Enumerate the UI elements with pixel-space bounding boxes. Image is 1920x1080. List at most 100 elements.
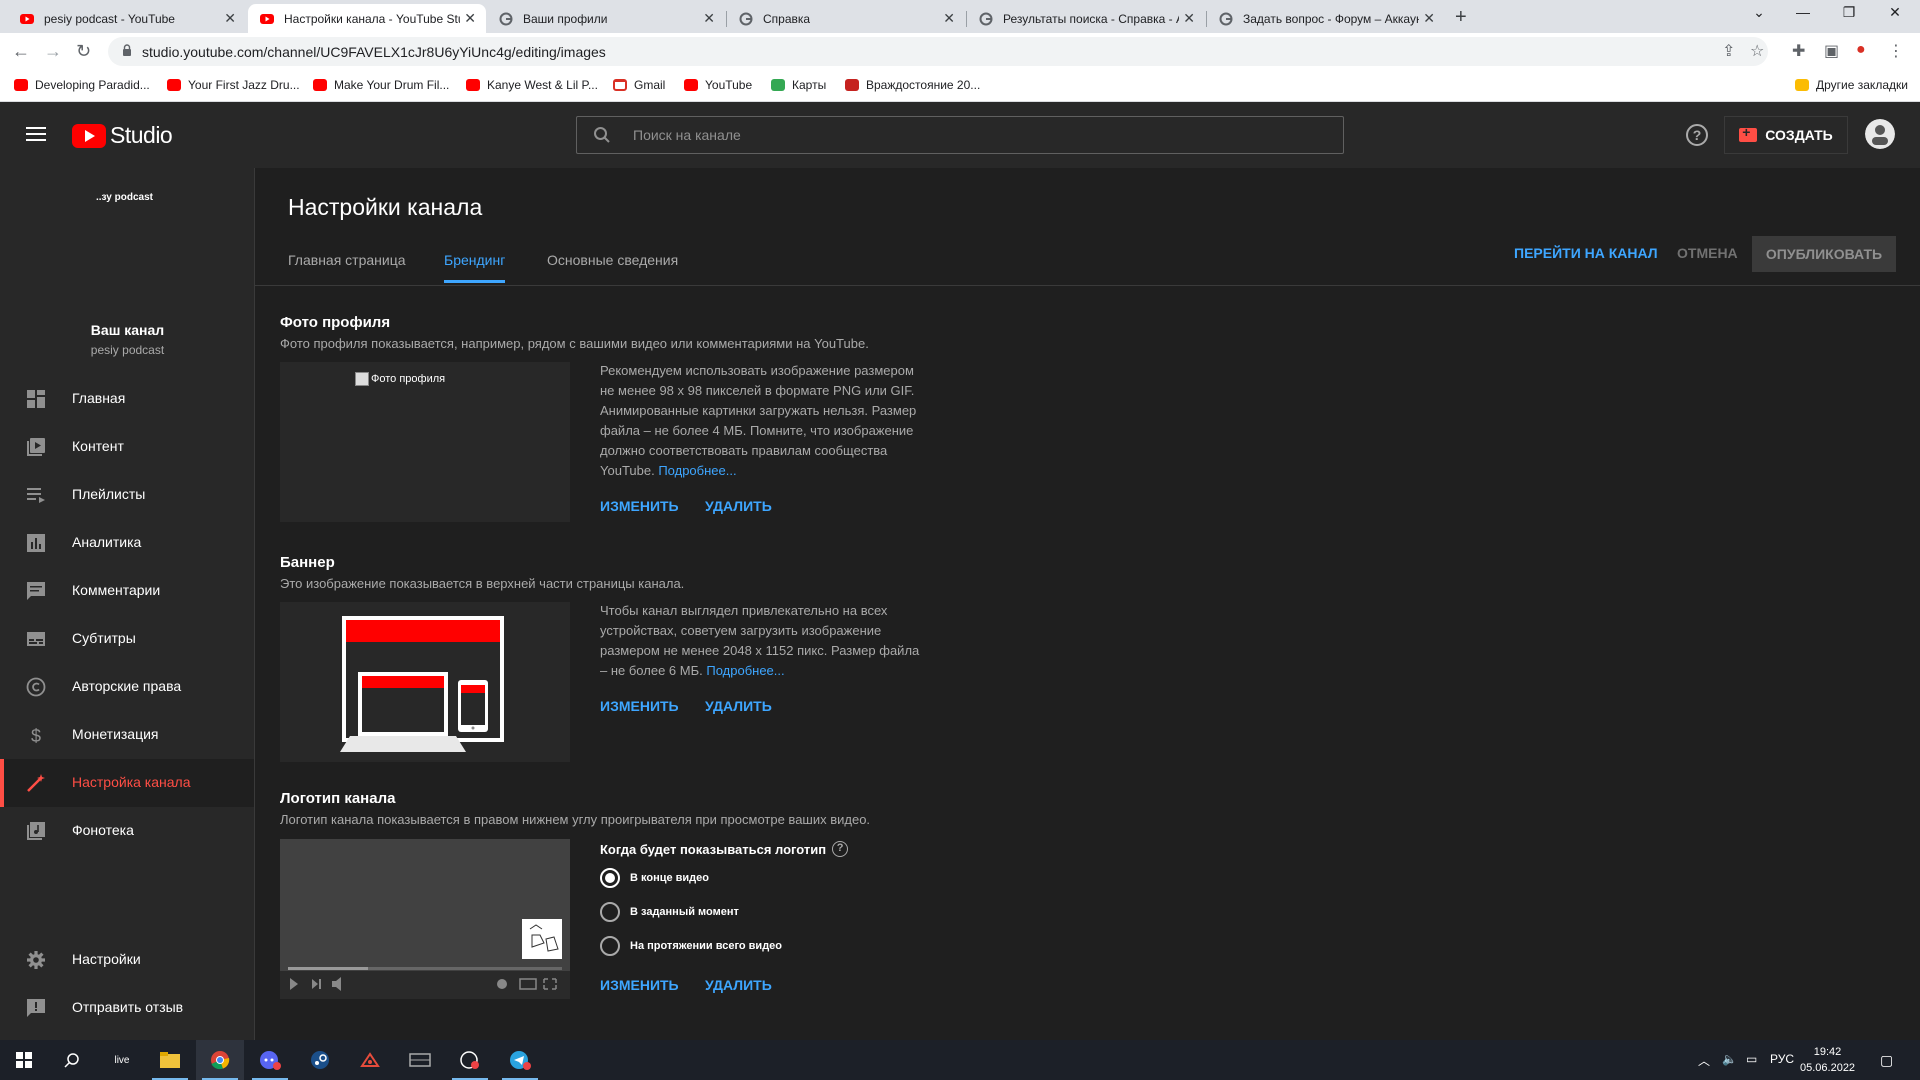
taskbar-app-editor[interactable] <box>396 1040 444 1080</box>
minimize-icon[interactable]: — <box>1780 4 1826 20</box>
tab-home[interactable]: Главная страница <box>288 252 406 280</box>
browser-tab[interactable]: Задать вопрос - Форум – Аккаунт Google ✕ <box>1207 4 1445 33</box>
sidebar-item-settings[interactable]: Настройки <box>0 936 254 984</box>
browser-tab[interactable]: Результаты поиска - Справка - Аккаунт ✕ <box>967 4 1205 33</box>
network-icon[interactable]: ▭ <box>1746 1052 1757 1066</box>
taskbar-telegram[interactable] <box>496 1040 544 1080</box>
window-close-icon[interactable]: ✕ <box>1872 4 1918 21</box>
extensions-puzzle-icon[interactable]: ✚ <box>1792 41 1805 61</box>
search-input[interactable] <box>633 124 1313 146</box>
radio-end-of-video[interactable]: В конце видео <box>600 868 709 888</box>
taskbar-search-icon[interactable] <box>48 1040 96 1080</box>
logo-change-button[interactable]: ИЗМЕНИТЬ <box>600 977 679 993</box>
sidebar-item-copyright[interactable]: Авторские права <box>0 663 254 711</box>
taskbar-app-red[interactable] <box>346 1040 394 1080</box>
banner-delete-button[interactable]: УДАЛИТЬ <box>705 698 772 714</box>
logo-delete-button[interactable]: УДАЛИТЬ <box>705 977 772 993</box>
taskbar-chrome[interactable] <box>196 1040 244 1080</box>
taskbar-discord[interactable] <box>246 1040 294 1080</box>
tab-search-chevron-icon[interactable]: ⌄ <box>1736 4 1782 21</box>
sidebar-item-customization[interactable]: Настройка канала <box>0 759 254 807</box>
restore-icon[interactable]: ❐ <box>1826 4 1872 21</box>
share-icon[interactable]: ⇪ <box>1722 41 1735 61</box>
forward-arrow-icon[interactable]: → <box>44 41 62 62</box>
reload-icon[interactable]: ↻ <box>76 41 91 62</box>
browser-tab[interactable]: Ваши профили ✕ <box>487 4 725 33</box>
menu-dots-icon[interactable]: ⋮ <box>1888 41 1904 61</box>
help-icon[interactable]: ? <box>832 841 849 857</box>
radio-button[interactable] <box>600 868 620 888</box>
bookmark-item[interactable]: Gmail <box>613 78 665 92</box>
tab-branding[interactable]: Брендинг <box>444 252 506 283</box>
taskbar-steam[interactable] <box>296 1040 344 1080</box>
bookmark-item[interactable]: Карты <box>771 78 826 92</box>
channel-title: Ваш канал <box>90 322 165 338</box>
radio-entire-video[interactable]: На протяжении всего видео <box>600 936 782 956</box>
bookmark-item[interactable]: YouTube <box>684 78 752 92</box>
channel-search[interactable] <box>576 116 1344 154</box>
publish-button[interactable]: ОПУБЛИКОВАТЬ <box>1752 236 1896 272</box>
close-tab-icon[interactable]: ✕ <box>1423 10 1435 27</box>
radio-custom-start-time[interactable]: В заданный момент <box>600 902 739 922</box>
side-panel-icon[interactable]: ▣ <box>1824 41 1839 61</box>
browser-tab-active[interactable]: Настройки канала - YouTube Studio ✕ <box>248 4 486 33</box>
start-button[interactable] <box>0 1040 48 1080</box>
address-bar[interactable]: studio.youtube.com/channel/UC9FAVELX1cJr… <box>108 37 1768 66</box>
sidebar-item-dashboard[interactable]: Главная <box>0 375 254 423</box>
tab-title: Ваши профили <box>523 11 608 26</box>
bookmark-item[interactable]: Враждостояние 20... <box>845 78 980 92</box>
radio-button[interactable] <box>600 936 620 956</box>
sidebar-item-playlists[interactable]: Плейлисты <box>0 471 254 519</box>
profile-photo-description: Фото профиля показывается, например, ряд… <box>280 336 869 351</box>
tray-chevron-up-icon[interactable]: ︿ <box>1698 1052 1710 1069</box>
close-tab-icon[interactable]: ✕ <box>224 10 236 27</box>
channel-avatar-banner[interactable]: ..зу podcast <box>96 192 153 203</box>
sidebar-item-monetization[interactable]: $ Монетизация <box>0 711 254 759</box>
close-tab-icon[interactable]: ✕ <box>943 10 955 27</box>
banner-learn-more-link[interactable]: Подробнее... <box>706 663 784 678</box>
star-icon[interactable]: ☆ <box>1750 41 1764 61</box>
sidebar-item-content[interactable]: Контент <box>0 423 254 471</box>
radio-button[interactable] <box>600 902 620 922</box>
tab-basic-info[interactable]: Основные сведения <box>547 252 678 280</box>
bookmark-item[interactable]: Developing Paradid... <box>14 78 150 92</box>
new-tab-icon[interactable]: + <box>1455 6 1467 29</box>
bookmark-item[interactable]: Make Your Drum Fil... <box>313 78 449 92</box>
studio-logo[interactable]: Studio <box>72 122 173 149</box>
language-indicator[interactable]: РУС <box>1770 1052 1794 1066</box>
taskbar-file-explorer[interactable] <box>146 1040 194 1080</box>
sidebar-item-audio-library[interactable]: Фонотека <box>0 807 254 855</box>
taskbar-app-recorder[interactable] <box>446 1040 494 1080</box>
help-icon[interactable]: ? <box>1686 124 1708 146</box>
back-arrow-icon[interactable]: ← <box>12 41 30 62</box>
sidebar-item-analytics[interactable]: Аналитика <box>0 519 254 567</box>
browser-tab[interactable]: Справка ✕ <box>727 4 965 33</box>
taskbar-live-app[interactable]: live <box>98 1040 146 1080</box>
account-avatar[interactable] <box>1865 119 1895 149</box>
create-button[interactable]: СОЗДАТЬ <box>1724 116 1848 154</box>
bookmark-item[interactable]: Kanye West & Lil P... <box>466 78 598 92</box>
go-to-channel-link[interactable]: ПЕРЕЙТИ НА КАНАЛ <box>1514 245 1658 261</box>
close-tab-icon[interactable]: ✕ <box>1183 10 1195 27</box>
volume-icon[interactable]: 🔈 <box>1722 1052 1737 1066</box>
profile-photo-change-button[interactable]: ИЗМЕНИТЬ <box>600 498 679 514</box>
close-tab-icon[interactable]: ✕ <box>703 10 715 27</box>
profile-icon[interactable]: ● <box>1856 41 1866 59</box>
sidebar-item-subtitles[interactable]: Субтитры <box>0 615 254 663</box>
banner-preview <box>280 602 570 762</box>
logo-display-question: Когда будет показываться логотип ? <box>600 841 849 857</box>
profile-photo-delete-button[interactable]: УДАЛИТЬ <box>705 498 772 514</box>
bookmark-item[interactable]: Your First Jazz Dru... <box>167 78 300 92</box>
banner-change-button[interactable]: ИЗМЕНИТЬ <box>600 698 679 714</box>
browser-tab[interactable]: pesiy podcast - YouTube ✕ <box>8 4 246 33</box>
profile-photo-learn-more-link[interactable]: Подробнее... <box>658 463 736 478</box>
close-tab-icon[interactable]: ✕ <box>464 10 476 27</box>
other-bookmarks[interactable]: Другие закладки <box>1795 78 1908 92</box>
cancel-button[interactable]: ОТМЕНА <box>1677 245 1738 261</box>
hamburger-menu-icon[interactable] <box>26 127 46 141</box>
sidebar-item-feedback[interactable]: Отправить отзыв <box>0 984 254 1032</box>
main-content: Настройки канала Главная страница Бренди… <box>255 168 1920 1040</box>
sidebar-item-comments[interactable]: Комментарии <box>0 567 254 615</box>
notifications-icon[interactable]: ▢ <box>1880 1052 1893 1069</box>
system-clock[interactable]: 19:42 05.06.2022 <box>1800 1044 1855 1076</box>
